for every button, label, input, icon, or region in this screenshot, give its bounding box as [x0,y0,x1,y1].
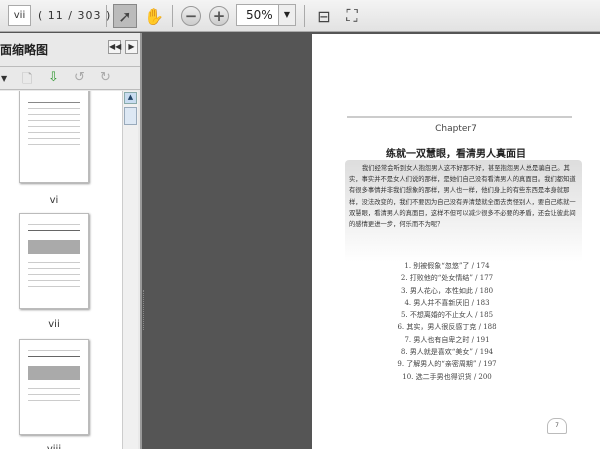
thumbnail-vi[interactable] [19,91,89,183]
zoom-select[interactable]: 50% ▼ [236,4,296,26]
extract-page-icon[interactable]: ⇩ [48,70,59,85]
fit-page-icon[interactable]: ⛶ [340,4,364,28]
scroll-up-icon[interactable]: ▲ [124,92,137,104]
document-page: Chapter7 练就一双慧眼，看清男人真面目 我们经常会听到女人抱怨男人这不好… [312,34,600,449]
zoom-out-button[interactable]: − [179,4,203,28]
panel-toolbar: ▼ 🗋 ⇩ ↺ ↻ [0,66,140,90]
toc-item: 3. 男人花心，本性如此 / 180 [400,286,494,295]
rotate-left-icon[interactable]: ↺ [74,70,85,85]
delete-page-icon[interactable]: 🗋 [22,70,32,92]
toc-item: 5. 不想离婚的不止女人 / 185 [400,311,494,320]
divider [172,5,173,27]
toc-item: 2. 打败他的“处女情结” / 177 [400,274,494,283]
options-dropdown-icon[interactable]: ▼ [1,74,7,83]
toc-item: 10. 选二手男也得识货 / 200 [402,372,492,381]
next-button[interactable]: ▶ [125,40,138,54]
zoom-in-button[interactable]: + [207,4,231,28]
thumbnail-list: vi vii viii [0,91,122,449]
page-count: ( 11 / 303 ) [38,9,112,22]
thumbnail-vii[interactable] [19,213,89,309]
chapter-label: Chapter7 [435,124,477,134]
page-number: 7 [547,418,567,434]
select-tool-icon[interactable]: ➚ [113,4,137,28]
toc-item: 8. 男人就是喜欢“美女” / 194 [400,348,494,357]
scroll-thumb[interactable] [124,107,137,125]
collapse-panel-button[interactable]: ◀◀ [108,40,121,54]
thumbnail-label: viii [19,444,89,449]
toc-item: 6. 其实，男人很反感丁克 / 188 [397,323,497,332]
toc-item: 1. 别被假象“忽悠”了 / 174 [404,262,490,270]
chevron-down-icon[interactable]: ▼ [278,5,295,25]
header-rule [347,116,572,118]
chapter-intro: 我们经常会听到女人抱怨男人这不好那不好，甚至抱怨男人总是骗自己。其实，事实并不是… [345,160,582,262]
chapter-title: 练就一双慧眼，看清男人真面目 [386,149,526,160]
thumbnail-panel: 面缩略图 ◀◀ ▶ ▼ 🗋 ⇩ ↺ ↻ vi vii viii ▲ [0,33,142,449]
panel-resize-handle[interactable] [143,290,146,330]
toc-item: 4. 男人并不喜新厌旧 / 183 [404,298,490,307]
toc-item: 7. 男人也有自卑之时 / 191 [404,335,490,344]
rotate-right-icon[interactable]: ↻ [100,70,111,85]
fit-width-icon[interactable]: ⊟ [312,4,336,28]
thumbnail-label: vi [49,195,59,206]
zoom-value: 50% [246,8,273,22]
thumbnail-scrollbar[interactable]: ▲ [122,91,138,449]
hand-tool-icon[interactable]: ✋ [142,4,166,28]
toolbar: vii ( 11 / 303 ) ➚ ✋ − + 50% ▼ ⊟ ⛶ [0,0,600,32]
table-of-contents: 1. 别被假象“忽悠”了 / 174 2. 打败他的“处女情结” / 177 3… [372,261,522,384]
thumbnail-viii[interactable] [19,339,89,435]
toc-item: 9. 了解男人的“亲密周期” / 197 [397,360,497,369]
page-number-input[interactable]: vii [8,5,31,26]
thumbnail-label: vii [48,319,60,330]
divider [106,5,107,27]
divider [304,5,305,27]
